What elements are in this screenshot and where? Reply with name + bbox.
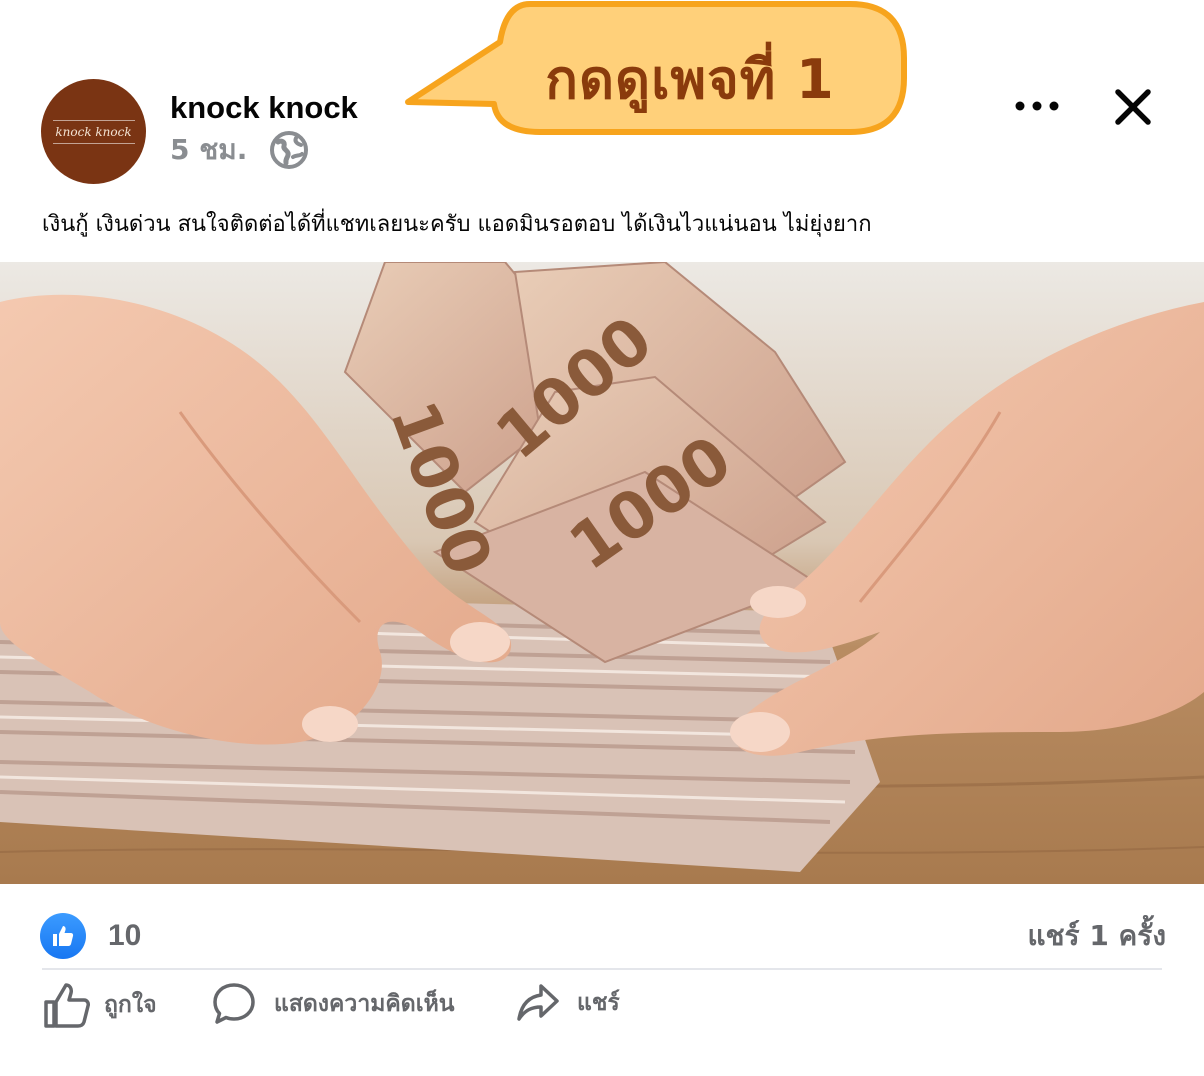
like-count: 10 xyxy=(108,919,142,952)
comment-button[interactable]: แสดงความคิดเห็น xyxy=(210,980,454,1028)
post-photo[interactable]: 1000 1000 1000 xyxy=(0,262,1204,884)
thumbs-up-icon xyxy=(44,983,90,1028)
close-icon xyxy=(1115,89,1151,125)
close-button[interactable] xyxy=(1112,86,1154,128)
post-text: เงินกู้ เงินด่วน สนใจติดต่อได้ที่แชทเลยน… xyxy=(42,212,872,237)
banknotes-photo: 1000 1000 1000 xyxy=(0,262,1204,884)
thumbs-up-icon xyxy=(53,926,74,946)
post-meta: 5 ชม. xyxy=(170,128,309,172)
like-button-label: ถูกใจ xyxy=(104,992,157,1018)
globe-icon xyxy=(270,131,309,169)
page-callout-bubble[interactable]: กดดูเพจที่ 1 xyxy=(400,0,910,140)
more-horizontal-icon xyxy=(1015,101,1059,111)
comment-button-label: แสดงความคิดเห็น xyxy=(274,991,455,1017)
like-reaction-badge xyxy=(40,913,86,959)
post-time[interactable]: 5 ชม. xyxy=(170,128,247,172)
share-button-label: แชร์ xyxy=(577,990,620,1016)
page-name[interactable]: knock knock xyxy=(170,90,358,126)
avatar-logo-text: knock knock xyxy=(55,124,132,139)
logo-rule-top xyxy=(52,119,135,121)
share-button[interactable]: แชร์ xyxy=(515,980,620,1026)
more-options-button[interactable] xyxy=(1013,92,1063,120)
avatar[interactable]: knock knock xyxy=(41,79,146,184)
like-button[interactable]: ถูกใจ xyxy=(42,980,157,1030)
comment-icon xyxy=(213,983,255,1024)
share-icon xyxy=(517,984,559,1021)
divider xyxy=(42,968,1162,970)
reactions-summary[interactable]: 10 xyxy=(40,913,141,959)
share-count[interactable]: แชร์ 1 ครั้ง xyxy=(1027,914,1166,958)
callout-text: กดดูเพจที่ 1 xyxy=(545,48,835,111)
logo-rule-bottom xyxy=(52,142,135,144)
